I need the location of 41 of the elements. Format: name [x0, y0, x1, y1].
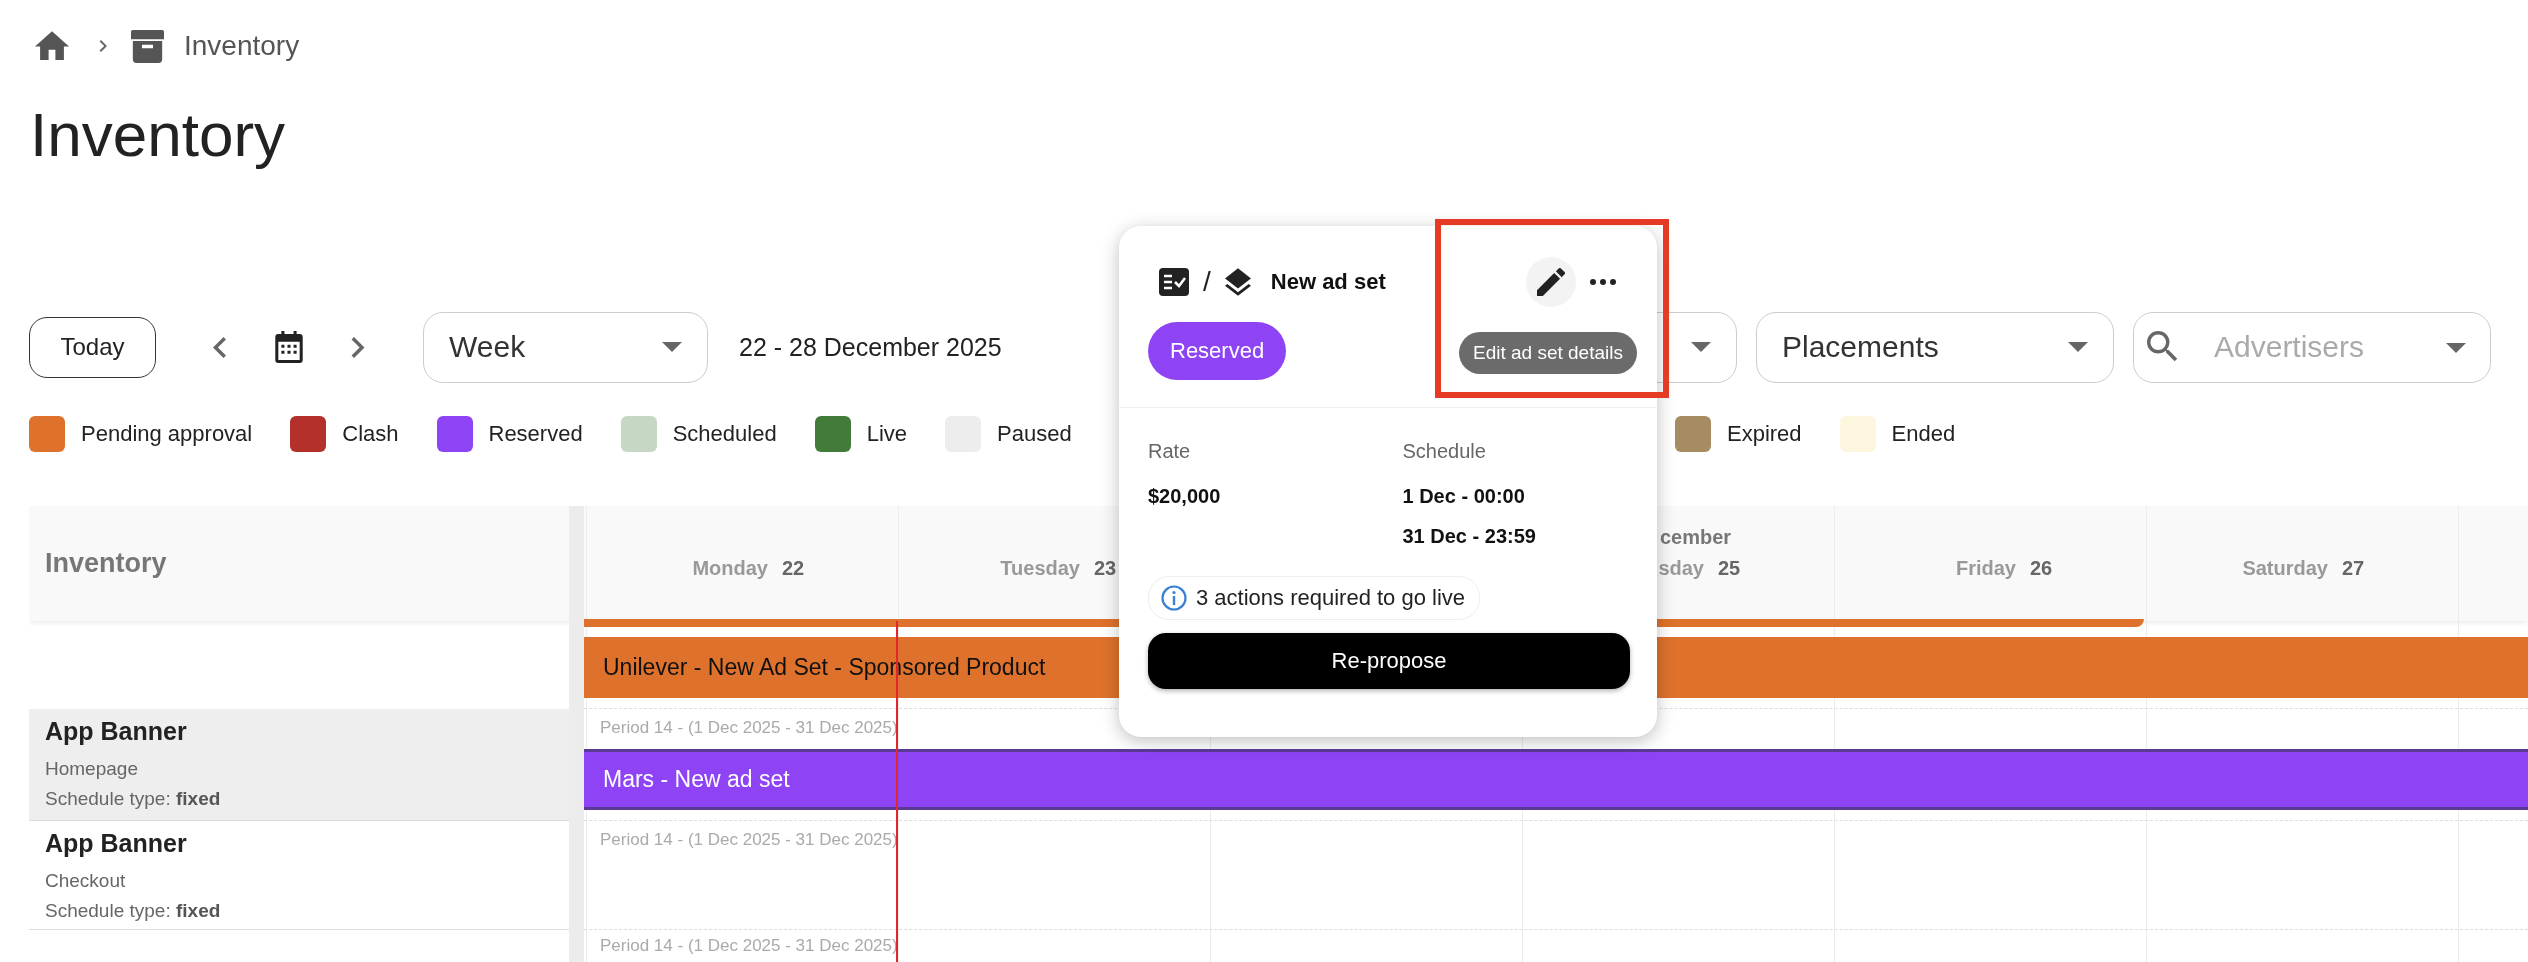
field-value: $20,000 [1148, 485, 1222, 508]
legend-label: Expired [1727, 421, 1802, 447]
day-number: 23 [1094, 556, 1118, 580]
status-badge: Reserved [1148, 322, 1287, 380]
ad-set-title: New ad set [1270, 269, 1386, 295]
legend-label: Paused [997, 421, 1072, 447]
period-label: Period 14 - (1 Dec 2025 - 31 Dec 2025) [599, 717, 899, 737]
day-name: Friday [1954, 556, 2016, 580]
month-label: cember [1660, 526, 1732, 549]
day-name: sday [1657, 556, 1704, 580]
day-number: 27 [2342, 556, 2366, 580]
field-value: 1 Dec - 00:00 [1402, 485, 1526, 508]
legend-label: Live [866, 421, 907, 447]
field-label: Schedule [1402, 440, 1487, 463]
date-range: 22 - 28 December 2025 [739, 332, 1002, 362]
day-number: 25 [1718, 556, 1742, 580]
legend-label: Pending approval [81, 421, 253, 447]
field-label: Rate [1148, 440, 1192, 463]
breadcrumb-separator: / [1203, 266, 1211, 298]
day-number: 26 [2030, 556, 2054, 580]
column-header: Inventory [45, 548, 167, 579]
legend-label: Clash [342, 421, 399, 447]
day-name: Saturday [2241, 556, 2328, 580]
tooltip: Edit ad set details [1459, 332, 1637, 374]
notice-text: 3 actions required to go live [1196, 585, 1466, 611]
legend-label: Ended [1891, 421, 1956, 447]
legend-label: Scheduled [672, 421, 777, 447]
field-value: 31 Dec - 23:59 [1402, 525, 1537, 548]
placement-location: Checkout [45, 870, 127, 892]
period-label: Period 14 - (1 Dec 2025 - 31 Dec 2025) [599, 829, 899, 849]
page-title: Inventory [30, 100, 286, 170]
period-label: Period 14 - (1 Dec 2025 - 31 Dec 2025) [599, 935, 899, 955]
schedule-type: Schedule type: fixed [45, 900, 222, 922]
legend-label: Reserved [488, 421, 583, 447]
day-name: Tuesday [999, 556, 1080, 580]
day-name: Monday [691, 556, 768, 580]
placement-location: Homepage [45, 758, 139, 780]
placement-name: App Banner [45, 717, 188, 746]
placement-name: App Banner [45, 829, 188, 858]
schedule-type: Schedule type: fixed [45, 788, 222, 810]
day-number: 22 [782, 556, 806, 580]
